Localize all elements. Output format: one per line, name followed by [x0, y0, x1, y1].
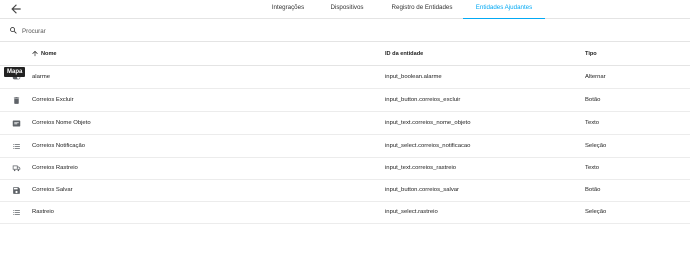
table-header: Nome ID da entidade Tipo: [0, 43, 690, 66]
back-arrow-icon[interactable]: [9, 2, 23, 16]
search-icon: [10, 27, 17, 34]
row-entity-id: input_text.correios_nome_objeto: [385, 120, 471, 126]
row-name: alarme: [32, 74, 51, 80]
column-header-name[interactable]: Nome: [41, 51, 57, 57]
column-header-entity-id[interactable]: ID da entidade: [385, 51, 423, 57]
row-type: Seleção: [585, 143, 607, 149]
tab-entidades-ajudantes[interactable]: Entidades Ajudantes: [463, 0, 545, 19]
row-type: Botão: [585, 97, 601, 103]
top-tab-bar: Integrações Dispositivos Registro de Ent…: [0, 0, 690, 19]
search-input[interactable]: [22, 24, 322, 38]
row-name: Correios Salvar: [32, 187, 73, 193]
row-name: Rastreio: [32, 209, 54, 215]
row-type: Alternar: [585, 74, 606, 80]
row-entity-id: input_text.correios_rastreio: [385, 165, 457, 171]
tab-dispositivos[interactable]: Dispositivos: [322, 0, 372, 19]
row-entity-id: input_select.rastreio: [385, 209, 438, 215]
table-row[interactable]: Correios Salvar input_button.correios_sa…: [0, 180, 690, 202]
list-icon: [13, 144, 20, 149]
table-row[interactable]: alarme input_boolean.alarme Alternar: [0, 67, 690, 89]
trash-icon: [13, 97, 20, 104]
row-entity-id: input_select.correios_notificacao: [385, 143, 471, 149]
row-entity-id: input_button.correios_excluir: [385, 97, 461, 103]
text-box-icon: [12, 120, 21, 127]
floppy-icon: [13, 187, 20, 194]
row-type: Seleção: [585, 209, 607, 215]
row-name: Correios Nome Objeto: [32, 120, 91, 126]
column-header-type[interactable]: Tipo: [585, 51, 597, 57]
row-name: Correios Excluir: [32, 97, 74, 103]
row-type: Texto: [585, 120, 600, 126]
tooltip: Mapa: [4, 67, 26, 77]
search-bar: [0, 20, 690, 42]
table-row[interactable]: Correios Notificação input_select.correi…: [0, 136, 690, 158]
sort-ascending-arrow-icon[interactable]: [31, 49, 39, 58]
table-row[interactable]: Correios Nome Objeto input_text.correios…: [0, 113, 690, 135]
row-entity-id: input_button.correios_salvar: [385, 187, 460, 193]
row-name: Correios Rastreio: [32, 165, 78, 171]
table-row[interactable]: Correios Rastreio input_text.correios_ra…: [0, 158, 690, 180]
row-entity-id: input_boolean.alarme: [385, 74, 442, 80]
truck-icon: [12, 165, 21, 172]
row-type: Botão: [585, 187, 601, 193]
row-name: Correios Notificação: [32, 143, 86, 149]
row-type: Texto: [585, 165, 600, 171]
tab-registro-entidades[interactable]: Registro de Entidades: [384, 0, 460, 19]
table-row[interactable]: Correios Excluir input_button.correios_e…: [0, 90, 690, 112]
table-row[interactable]: Rastreio input_select.rastreio Seleção: [0, 202, 690, 224]
tab-integracoes[interactable]: Integrações: [262, 0, 314, 19]
list-icon: [13, 210, 20, 215]
